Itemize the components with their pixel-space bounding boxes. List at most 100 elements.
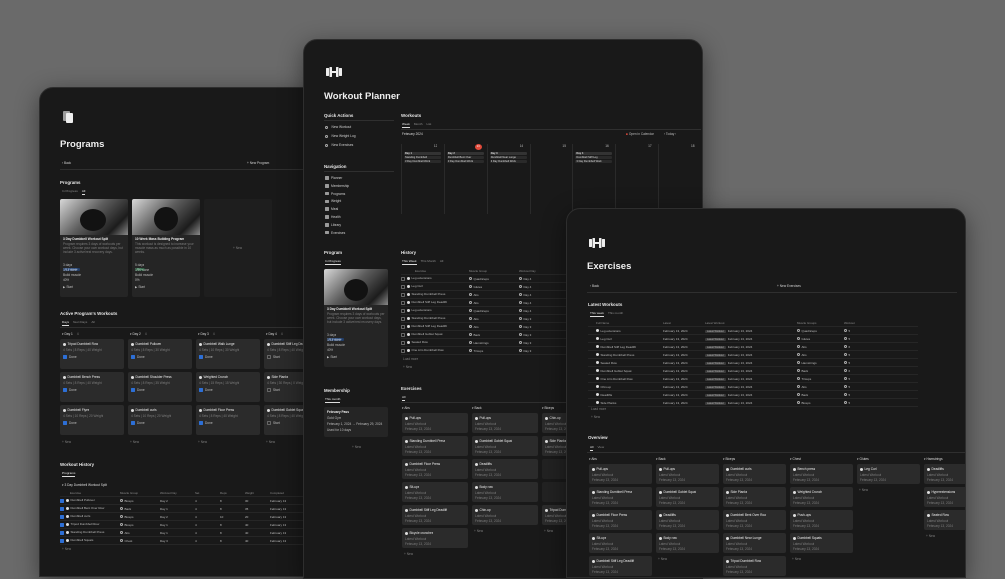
start-button[interactable]: ▶ Start: [63, 285, 73, 289]
workout-status[interactable]: Done: [199, 388, 213, 393]
exercise-card[interactable]: Dumbbell Stiff Leg Deadlift Latest Workou…: [402, 505, 468, 525]
done-checkbox[interactable]: [131, 355, 135, 360]
done-checkbox[interactable]: [267, 388, 271, 393]
new-card-button[interactable]: + New: [544, 529, 553, 533]
workout-status[interactable]: Done: [63, 388, 77, 393]
exercise-card[interactable]: Sit-ups Latest Workout February 13, 2024: [589, 533, 652, 553]
new-exercises-button[interactable]: New Exercises: [325, 143, 353, 147]
tab-month[interactable]: Month: [414, 122, 423, 128]
exercise-card[interactable]: Bicycle crunches Latest Workout February 1…: [402, 528, 468, 548]
exercise-card[interactable]: Pull-ups Latest Workout February 13, 2024: [656, 464, 719, 484]
table-row[interactable]: Leg Curl Glutes Day 4: [401, 283, 566, 291]
new-program-card-button[interactable]: + New: [233, 246, 242, 250]
new-weight-log-button[interactable]: New Weight Log: [325, 134, 356, 138]
row-checkbox[interactable]: [60, 498, 64, 503]
table-row[interactable]: Standing Dumbbell Press Abs Day 3: [401, 315, 566, 323]
new-card-button[interactable]: + New: [404, 552, 413, 556]
nav-item-meal[interactable]: Meal: [325, 207, 338, 211]
table-row[interactable]: Dumbbell Stiff Leg Deadlift Abs Day 3: [401, 323, 566, 331]
done-checkbox[interactable]: [131, 421, 135, 426]
workout-card[interactable]: Dumbbell Pullover 4 Sets | 8 Reps | 30 We…: [128, 339, 192, 369]
done-checkbox[interactable]: [63, 421, 67, 426]
done-checkbox[interactable]: [267, 421, 271, 426]
overview-column-header[interactable]: ▾ Hamstrings: [924, 457, 943, 461]
exercise-card[interactable]: Tripod Dumbbell Row Latest Workout Februar…: [723, 556, 786, 576]
exercise-card[interactable]: Pull-ups Latest Workout February 13, 2024: [402, 413, 468, 433]
workout-status[interactable]: Start: [267, 355, 280, 360]
done-checkbox[interactable]: [131, 388, 135, 393]
tab-view[interactable]: View: [597, 445, 604, 451]
exercise-card[interactable]: Dumbbell Goblet Squat Latest Workout Febru…: [472, 436, 538, 456]
column-header[interactable]: Latest Workout: [705, 321, 797, 325]
table-row[interactable]: One Arm Dumbbell Row Triceps Day 3: [401, 347, 566, 355]
back-button[interactable]: ‹ Back: [590, 284, 599, 288]
workout-status[interactable]: Done: [131, 355, 145, 360]
tab-in-progress[interactable]: In Progress: [62, 189, 78, 195]
row-checkbox[interactable]: [401, 348, 405, 353]
tab-this-month[interactable]: This Month: [421, 259, 436, 265]
exercise-card[interactable]: Dumbbell Stiff Leg Deadlift Latest Workou…: [589, 556, 652, 576]
column-header[interactable]: Workout Day: [160, 491, 195, 495]
exercise-card[interactable]: Dumbbell Bent Over Row Latest Workout Febr…: [723, 510, 786, 530]
history-group-header[interactable]: ▾ 3 Day Dumbbell Workout Split: [62, 483, 107, 487]
exercise-card[interactable]: Pull-ups Latest Workout February 13, 2024: [589, 464, 652, 484]
exercise-card[interactable]: Standing Dumbbell Press Latest Workout Feb…: [589, 487, 652, 507]
nav-item-planner[interactable]: Planner: [325, 176, 342, 180]
new-card-button[interactable]: + New: [926, 534, 935, 538]
new-row-button[interactable]: + New: [591, 415, 600, 419]
exercise-card[interactable]: Dumbbell curls Latest Workout February 13,…: [723, 464, 786, 484]
row-checkbox[interactable]: [60, 514, 64, 519]
tab-all[interactable]: All: [440, 259, 443, 265]
new-workout-button[interactable]: New Workout: [325, 125, 351, 129]
new-card-button[interactable]: + New: [859, 488, 868, 492]
workout-status[interactable]: Done: [131, 421, 145, 426]
column-header[interactable]: Weight: [245, 491, 270, 495]
row-checkbox[interactable]: [401, 284, 405, 289]
exercise-card[interactable]: Pull-ups Latest Workout February 13, 2024: [472, 413, 538, 433]
exercise-card[interactable]: Leg Curl Latest Workout February 13, 2024: [857, 464, 920, 484]
tab-this-week[interactable]: This Week: [402, 259, 417, 265]
workout-card[interactable]: Dumbbell Bench Press 4 Sets | 8 Reps | 40…: [60, 372, 124, 402]
exercise-card[interactable]: Standing Dumbbell Press Latest Workout Feb…: [402, 436, 468, 456]
table-row[interactable]: Leg extensions Quadriceps Day 4: [401, 275, 566, 283]
new-card-button[interactable]: + New: [474, 529, 483, 533]
exercise-card[interactable]: Bench press Latest Workout February 13, 20…: [790, 464, 853, 484]
overview-column-header[interactable]: ▾ Chest: [790, 457, 801, 461]
day-column-header[interactable]: ▾ Day 44: [266, 332, 283, 336]
program-card[interactable]: 10 Week Mass Building Program This worko…: [132, 199, 200, 297]
done-checkbox[interactable]: [267, 355, 271, 360]
tab-week[interactable]: Week: [402, 122, 410, 128]
new-card-button[interactable]: + New: [792, 557, 801, 561]
week-calendar[interactable]: 12 13 14 15 16 17 18 Day 1 Standing Dumbbell 3 Da…: [401, 144, 701, 216]
new-history-button[interactable]: + New: [403, 365, 412, 369]
column-header[interactable]: Exercise: [60, 491, 120, 495]
new-card-button[interactable]: + New: [266, 440, 275, 444]
overview-column-header[interactable]: ▾ Biceps: [723, 457, 735, 461]
column-header[interactable]: Exercise: [401, 269, 469, 273]
tab-next-days[interactable]: Next Days: [73, 320, 87, 326]
column-header[interactable]: Muscle Group: [120, 491, 160, 495]
exercise-column-header[interactable]: ▾ Abs: [402, 406, 410, 410]
done-checkbox[interactable]: [199, 421, 203, 426]
workout-status[interactable]: Done: [199, 421, 213, 426]
row-checkbox[interactable]: [401, 308, 405, 313]
table-row[interactable]: Standing Dumbbell Press Abs Day 1 4 8 40 Febru…: [60, 529, 338, 537]
workout-status[interactable]: Done: [199, 355, 213, 360]
table-row[interactable]: Leg extensions February 13, 2024 Latest Wo…: [588, 327, 918, 335]
membership-card[interactable]: February Pass Gold Gym February 1, 2024 …: [324, 407, 388, 437]
new-membership-button[interactable]: + New: [352, 445, 361, 449]
exercise-column-header[interactable]: ▾ Back: [472, 406, 482, 410]
column-header[interactable]: Latest: [663, 321, 705, 325]
row-checkbox[interactable]: [60, 522, 64, 527]
exercise-card[interactable]: Dumbbell Squats Latest Workout February 13…: [790, 533, 853, 553]
row-checkbox[interactable]: [401, 324, 405, 329]
day-column-header[interactable]: ▾ Day 24: [130, 332, 147, 336]
workout-card[interactable]: Dumbbell Flyes 4 Sets | 10 Reps | 20 Weig…: [60, 405, 124, 435]
row-checkbox[interactable]: [401, 300, 405, 305]
table-row[interactable]: Dumbbell Stiff Leg Deadlift February 13, …: [588, 343, 918, 351]
row-checkbox[interactable]: [60, 506, 64, 511]
new-card-button[interactable]: + New: [198, 440, 207, 444]
overview-column-header[interactable]: ▾ Back: [656, 457, 666, 461]
workout-status[interactable]: Start: [267, 421, 280, 426]
workout-status[interactable]: Start: [267, 388, 280, 393]
